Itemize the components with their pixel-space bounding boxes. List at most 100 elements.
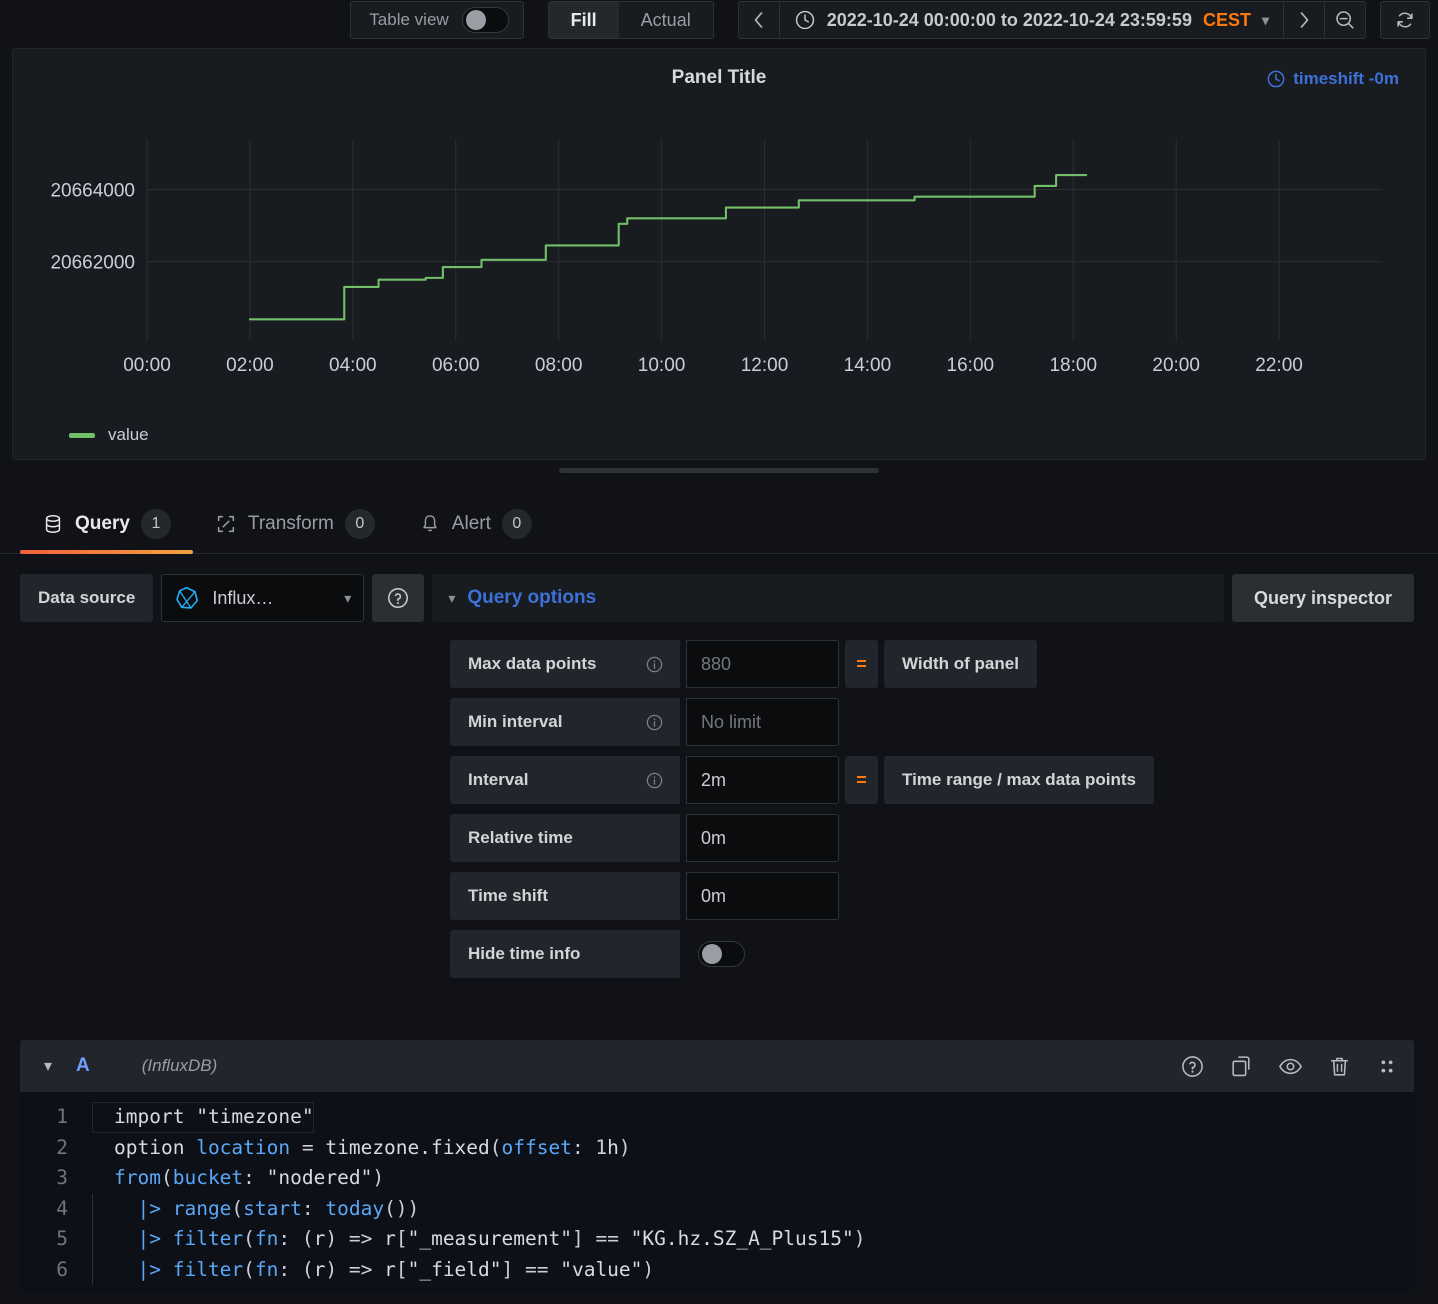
flux-code-editor[interactable]: 1 import "timezone" 2 option location = tim… [20, 1092, 1414, 1292]
timeshift-label: timeshift -0m [1293, 69, 1399, 88]
query-option-label: Time shift [450, 872, 680, 920]
indent-guide [92, 1224, 93, 1255]
info-circle-icon[interactable] [645, 771, 664, 790]
query-options-toggle[interactable]: ▾ Query options [432, 574, 1224, 622]
toggle-query-visibility-button[interactable] [1278, 1054, 1303, 1079]
code-line[interactable]: 5 |> filter(fn: (r) => r["_measurement"]… [20, 1224, 1414, 1255]
chart-legend[interactable]: value [69, 425, 149, 445]
datasource-picker[interactable]: Influx… ▾ [161, 574, 365, 622]
query-option-row: Hide time info [450, 930, 1414, 978]
table-view-toggle-group[interactable]: Table view [350, 1, 524, 39]
tab-transform[interactable]: Transform 0 [193, 509, 397, 553]
query-option-description: Time range / max data points [884, 756, 1154, 804]
query-option-input[interactable]: 2m [686, 756, 839, 804]
code-line-text[interactable]: option location = timezone.fixed(offset:… [92, 1133, 631, 1164]
code-line-number: 1 [56, 1105, 68, 1128]
page-title: Panel Title [671, 67, 767, 88]
code-line[interactable]: 3 from(bucket: "nodered") [20, 1163, 1414, 1194]
query-option-label-text: Time shift [468, 886, 548, 905]
timezone-label: CEST [1202, 9, 1251, 30]
chart-xtick-label: 06:00 [432, 355, 480, 376]
query-inspector-button[interactable]: Query inspector [1231, 574, 1414, 622]
query-option-label: Interval [450, 756, 680, 804]
clock-icon [795, 10, 814, 30]
query-help-button[interactable] [1180, 1054, 1205, 1079]
time-range-picker[interactable]: 2022-10-24 00:00:00 to 2022-10-24 23:59:… [780, 9, 1283, 31]
chart-plot-area[interactable]: 00:00 02:00 04:00 06:00 08:00 10:00 12:00 14:00… [13, 115, 1425, 405]
question-circle-icon [1182, 1055, 1203, 1077]
query-option-label: Min interval [450, 698, 680, 746]
drag-query-handle[interactable] [1376, 1054, 1398, 1079]
query-option-input[interactable]: 0m [686, 872, 839, 920]
panel-edit-toolbar: Table view Fill Actual 2022-10-24 00:00:… [0, 0, 1438, 48]
code-line-number: 6 [56, 1257, 68, 1281]
panel-editor-tabs: Query 1 Transform 0 Alert 0 [0, 496, 1438, 554]
chart-xtick-label: 02:00 [226, 355, 274, 376]
chart-series-line [248, 174, 1088, 321]
time-range-picker-group: 2022-10-24 00:00:00 to 2022-10-24 23:59:… [737, 1, 1366, 39]
equals-sign: = [845, 756, 878, 804]
drag-handle-icon [1381, 1059, 1393, 1073]
refresh-button[interactable] [1385, 2, 1425, 38]
code-line-number: 2 [56, 1135, 68, 1159]
query-options-panel: Max data points 880 = Width of panel Min int… [20, 640, 1414, 978]
code-line-text[interactable]: from(bucket: "nodered") [92, 1163, 384, 1194]
code-line[interactable]: 2 option location = timezone.fixed(offset… [20, 1133, 1414, 1164]
info-circle-icon[interactable] [645, 713, 664, 732]
query-option-input[interactable]: 0m [686, 814, 839, 862]
datasource-label: Data source [20, 574, 154, 622]
chart-xtick-label: 08:00 [535, 355, 583, 376]
refresh-icon [1397, 12, 1413, 28]
indent-guide [92, 1193, 93, 1224]
timeshift-indicator: timeshift -0m [1266, 69, 1399, 89]
info-circle-icon[interactable] [645, 655, 664, 674]
panel-resize-handle[interactable] [559, 468, 879, 473]
zoom-out-icon [1336, 11, 1354, 29]
query-ref-id[interactable]: A [76, 1055, 90, 1077]
time-range-next-button[interactable] [1284, 2, 1324, 38]
tab-query[interactable]: Query 1 [20, 509, 193, 554]
code-line-text[interactable]: import "timezone" [92, 1102, 314, 1133]
delete-query-button[interactable] [1327, 1054, 1352, 1079]
time-range-prev-button[interactable] [739, 2, 779, 38]
query-option-label: Max data points [450, 640, 680, 688]
legend-color-swatch [69, 432, 95, 438]
zoom-out-button[interactable] [1325, 2, 1365, 38]
chart-xtick-label: 12:00 [741, 355, 789, 376]
database-icon [45, 515, 61, 533]
query-collapse-toggle[interactable]: ▾ [34, 1056, 62, 1076]
code-line[interactable]: 4 |> range(start: today()) [20, 1193, 1414, 1224]
code-line-text[interactable]: |> range(start: today()) [92, 1193, 419, 1224]
chart-xtick-label: 10:00 [638, 355, 686, 376]
time-series-chart[interactable]: 00:00 02:00 04:00 06:00 08:00 10:00 12:00 14:00… [13, 115, 1423, 405]
query-option-input[interactable]: No limit [686, 698, 839, 746]
chart-xtick-label: 16:00 [947, 355, 995, 376]
legend-item-label[interactable]: value [108, 425, 149, 445]
info-circle-icon [646, 772, 663, 788]
table-view-switch[interactable] [461, 7, 509, 33]
fill-button[interactable]: Fill [548, 2, 619, 38]
chart-xtick-label: 00:00 [123, 355, 171, 376]
code-line-text[interactable]: |> filter(fn: (r) => r["_measurement"] =… [92, 1224, 865, 1255]
chart-ytick-label: 20662000 [50, 253, 135, 274]
actual-button[interactable]: Actual [619, 2, 713, 38]
code-line[interactable]: 6 |> filter(fn: (r) => r["_field"] == "v… [20, 1254, 1414, 1285]
tab-alert-label: Alert [451, 513, 491, 534]
code-line[interactable]: 1 import "timezone" [20, 1102, 1414, 1133]
tab-transform-label: Transform [247, 513, 334, 534]
fill-actual-radio-group[interactable]: Fill Actual [547, 1, 714, 39]
info-circle-icon [646, 656, 663, 672]
query-option-input[interactable]: 880 [686, 640, 839, 688]
duplicate-query-button[interactable] [1229, 1054, 1254, 1079]
query-option-label: Relative time [450, 814, 680, 862]
datasource-help-button[interactable] [372, 574, 425, 622]
query-editor-body: Data source Influx… ▾ ▾ Query options Qu… [0, 554, 1438, 978]
chevron-left-icon [754, 12, 763, 28]
code-line-text[interactable]: |> filter(fn: (r) => r["_field"] == "val… [92, 1254, 654, 1285]
hide-time-info-switch[interactable] [698, 941, 745, 967]
tab-alert[interactable]: Alert 0 [397, 509, 554, 553]
refresh-picker-group[interactable] [1380, 1, 1430, 39]
equals-sign: = [845, 640, 878, 688]
tab-query-label: Query [75, 513, 130, 534]
switch-knob [465, 10, 486, 30]
